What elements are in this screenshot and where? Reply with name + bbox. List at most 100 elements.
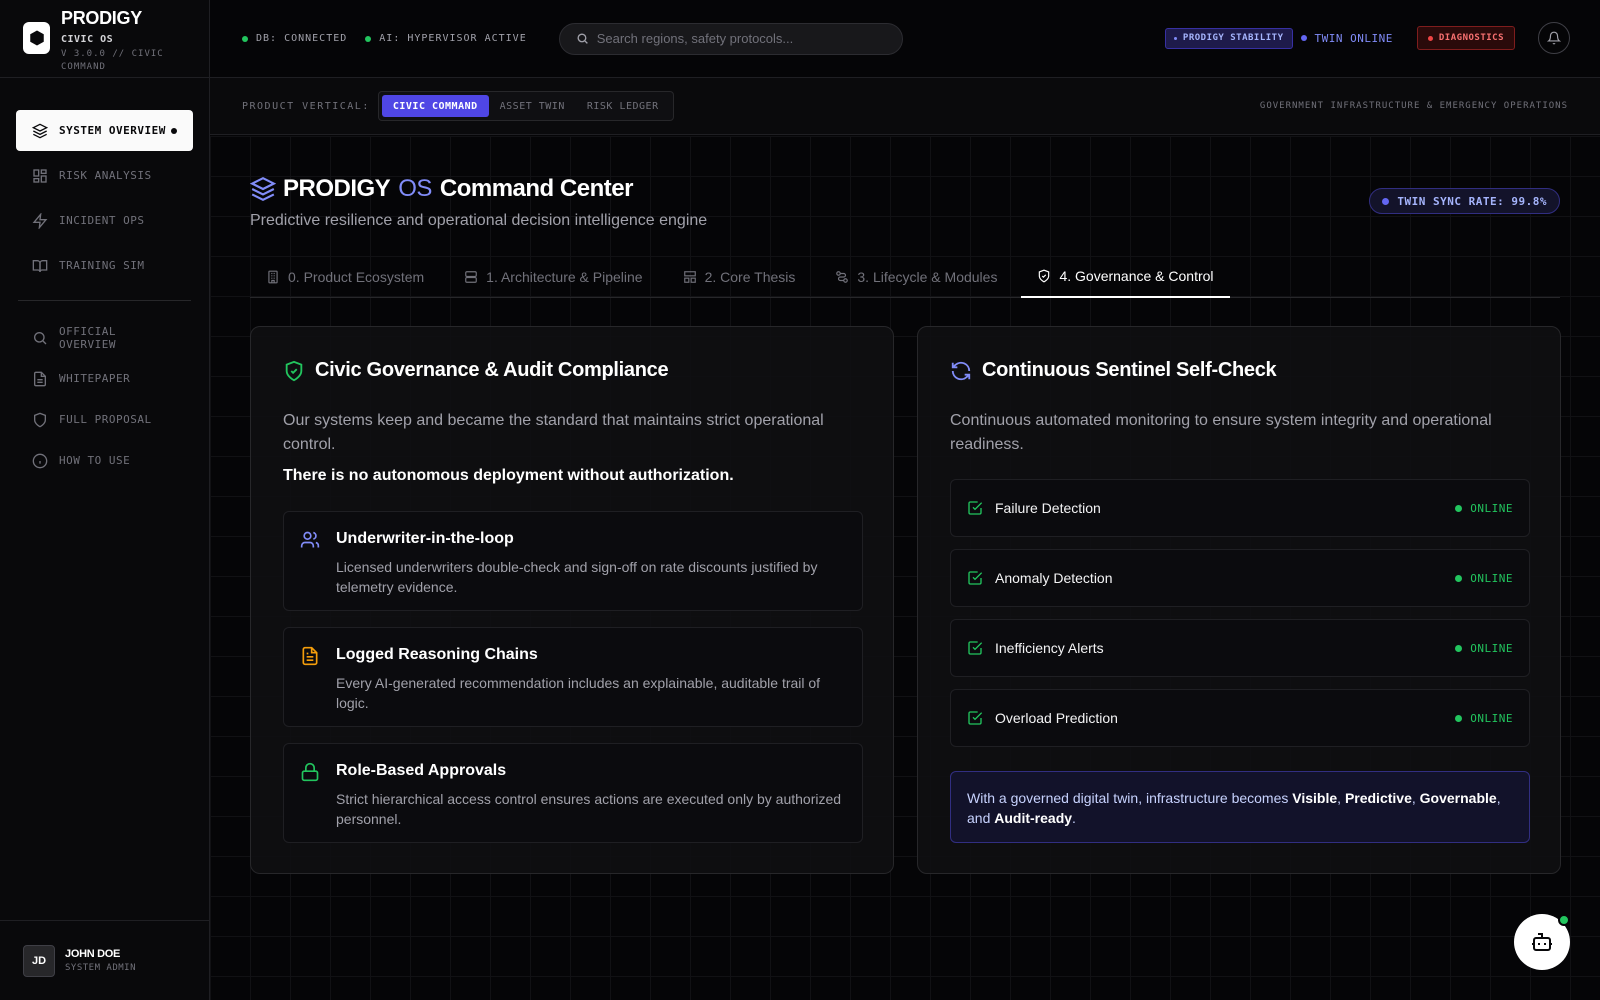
status-badge: ONLINE (1455, 572, 1513, 585)
tab-governance-control[interactable]: 4. Governance & Control (1021, 256, 1230, 298)
book-icon (32, 258, 48, 274)
diagnostics-button[interactable]: DIAGNOSTICS (1416, 26, 1515, 50)
search-bar[interactable] (558, 22, 903, 55)
check-square-icon (967, 570, 983, 586)
notifications-button[interactable] (1538, 22, 1570, 54)
bot-icon (1530, 930, 1554, 954)
note-text: With a governed digital twin, infrastruc… (967, 790, 1293, 806)
note-text: . (1072, 810, 1076, 826)
sidebar-item-how-to-use[interactable]: HOW TO USE (16, 440, 193, 481)
tab-architecture-pipeline[interactable]: 1. Architecture & Pipeline (448, 256, 658, 298)
tab-label: 1. Architecture & Pipeline (486, 269, 643, 285)
product-vertical-selector: CIVIC COMMAND ASSET TWIN RISK LEDGER (377, 91, 674, 121)
stability-badge: PRODIGY STABILITY (1164, 27, 1293, 49)
main-content: PRODIGY OS Command Center Predictive res… (210, 136, 1600, 1000)
bolt-icon (32, 212, 48, 229)
feature-underwriter: Underwriter-in-the-loop Licensed underwr… (283, 511, 863, 611)
shield-check-icon (283, 360, 305, 382)
user-profile[interactable]: JD JOHN DOE SYSTEM ADMIN (0, 920, 209, 1000)
note-keyword: Predictive (1344, 790, 1412, 806)
twin-status: TWIN ONLINE (1300, 32, 1393, 45)
sidebar-nav: SYSTEM OVERVIEW RISK ANALYSIS INCIDENT O… (0, 78, 209, 481)
brand-name: PRODIGY (61, 8, 142, 28)
tab-product-ecosystem[interactable]: 0. Product Ecosystem (250, 256, 440, 298)
assistant-button[interactable] (1514, 914, 1570, 970)
sidebar-item-label: RISK ANALYSIS (59, 169, 152, 182)
hero: PRODIGY OS Command Center Predictive res… (250, 175, 707, 230)
user-role: SYSTEM ADMIN (65, 963, 137, 973)
sentinel-title-text: Continuous Sentinel Self-Check (982, 359, 1277, 381)
sidebar-item-label: HOW TO USE (59, 454, 131, 467)
status-label: ONLINE (1470, 501, 1513, 515)
sidebar-item-label: TRAINING SIM (59, 259, 145, 272)
avatar: JD (23, 944, 55, 977)
sidebar: PRODIGY CIVIC OS V 3.0.0 // CIVIC COMMAN… (0, 0, 210, 1000)
user-name: JOHN DOE (65, 948, 121, 960)
active-dot (171, 127, 177, 134)
search-input[interactable] (596, 31, 887, 46)
brand-sub: CIVIC OS (61, 34, 114, 45)
check-label: Failure Detection (995, 500, 1101, 516)
status-dot (1455, 714, 1463, 722)
shield-icon (32, 412, 48, 428)
note-keyword: Governable (1419, 790, 1497, 806)
tab-lifecycle-modules[interactable]: 3. Lifecycle & Modules (819, 256, 1013, 298)
sentinel-card: Continuous Sentinel Self-Check Continuou… (917, 326, 1561, 874)
status-badge: ONLINE (1455, 642, 1513, 655)
top-bar: DB: CONNECTED AI: HYPERVISOR ACTIVE PROD… (210, 0, 1600, 78)
note-keyword: Visible (1292, 790, 1338, 806)
sidebar-item-incident-ops[interactable]: INCIDENT OPS (16, 200, 193, 241)
brand: PRODIGY CIVIC OS V 3.0.0 // CIVIC COMMAN… (0, 0, 209, 78)
online-indicator (1558, 914, 1570, 926)
vertical-option-risk-ledger[interactable]: RISK LEDGER (576, 95, 670, 117)
search-icon (32, 330, 48, 346)
feature-desc: Licensed underwriters double-check and s… (336, 559, 818, 595)
diagnostics-label: DIAGNOSTICS (1438, 33, 1504, 43)
sidebar-item-full-proposal[interactable]: FULL PROPOSAL (16, 399, 193, 440)
sidebar-item-official-overview[interactable]: OFFICIAL OVERVIEW (16, 317, 193, 358)
feature-reasoning-chains: Logged Reasoning Chains Every AI-generat… (283, 627, 863, 727)
sidebar-item-system-overview[interactable]: SYSTEM OVERVIEW (16, 110, 193, 151)
governance-title: Civic Governance & Audit Compliance (283, 359, 669, 382)
vertical-option-civic-command[interactable]: CIVIC COMMAND (381, 95, 489, 117)
sidebar-item-label: INCIDENT OPS (59, 214, 145, 227)
governance-description: Our systems keep and became the standard… (283, 412, 824, 453)
sentinel-note: With a governed digital twin, infrastruc… (950, 771, 1530, 843)
note-keyword: Audit-ready (994, 810, 1073, 826)
check-label: Anomaly Detection (995, 570, 1113, 586)
layout-icon (683, 270, 697, 284)
title-rest: Command Center (439, 175, 634, 202)
check-label: Inefficiency Alerts (995, 640, 1104, 656)
feature-title: Role-Based Approvals (336, 762, 507, 779)
check-label: Overload Prediction (995, 710, 1118, 726)
vertical-option-asset-twin[interactable]: ASSET TWIN (489, 95, 576, 117)
sidebar-item-training-sim[interactable]: TRAINING SIM (16, 245, 193, 286)
check-failure-detection: Failure Detection ONLINE (950, 479, 1530, 537)
tab-core-thesis[interactable]: 2. Core Thesis (667, 256, 812, 298)
product-vertical-bar: PRODUCT VERTICAL: CIVIC COMMAND ASSET TW… (210, 78, 1600, 135)
note-text: , (1411, 790, 1420, 806)
server-icon (464, 270, 478, 284)
check-overload-prediction: Overload Prediction ONLINE (950, 689, 1530, 747)
sidebar-item-whitepaper[interactable]: WHITEPAPER (16, 358, 193, 399)
sync-rate-badge: TWIN SYNC RATE: 99.8% (1369, 188, 1560, 214)
file-text-icon (300, 646, 320, 671)
sidebar-item-risk-analysis[interactable]: RISK ANALYSIS (16, 155, 193, 196)
status-label: ONLINE (1470, 641, 1513, 655)
check-square-icon (967, 640, 983, 656)
sidebar-item-label: SYSTEM OVERVIEW (59, 124, 166, 137)
governance-emphasis: There is no autonomous deployment withou… (283, 467, 734, 484)
lock-icon (300, 762, 320, 787)
check-square-icon (967, 710, 983, 726)
page-subtitle: Predictive resilience and operational de… (250, 212, 708, 229)
layers-icon (32, 123, 48, 139)
title-os: OS (398, 175, 432, 202)
tab-label: 0. Product Ecosystem (288, 269, 425, 285)
tab-label: 4. Governance & Control (1059, 268, 1214, 284)
document-icon (32, 371, 48, 387)
sync-rate-label: TWIN SYNC RATE: 99.8% (1397, 194, 1547, 208)
check-anomaly-detection: Anomaly Detection ONLINE (950, 549, 1530, 607)
db-status: DB: CONNECTED (242, 33, 347, 44)
sidebar-item-label: WHITEPAPER (59, 372, 131, 385)
status-dot (1300, 35, 1307, 41)
